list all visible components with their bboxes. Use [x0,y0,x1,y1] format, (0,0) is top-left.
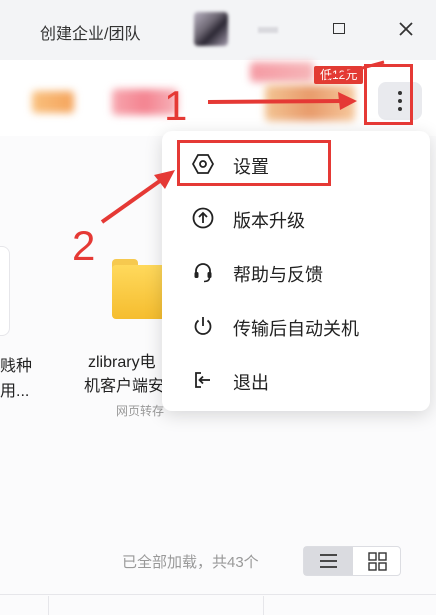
highlight-box-more-button [364,64,413,125]
list-icon [320,554,337,568]
file-name-partial: 贱种 [0,358,33,375]
folder-name[interactable]: zlibrary电 [88,348,156,372]
folder-name[interactable]: 机客户端安 [84,372,164,396]
grid-icon [368,552,387,571]
list-view-button[interactable] [304,547,353,575]
promo-badge[interactable]: 低12元 [314,66,364,84]
menu-item-auto-shutdown[interactable]: 传输后自动关机 [162,299,430,353]
title-bar: 创建企业/团队 [0,0,436,60]
close-icon [399,22,413,36]
menu-item-help-feedback[interactable]: 帮助与反馈 [162,245,430,299]
folder-source-label: 网页转存 [116,404,165,418]
menu-item-logout[interactable]: 退出 [162,353,430,407]
upgrade-arrow-icon [192,207,214,229]
load-status: 已全部加载，共43个 [122,554,259,571]
headset-icon [194,263,212,283]
blurred-username [258,27,278,33]
menu-item-label: 传输后自动关机 [233,319,359,339]
blurred-toolbar-item[interactable] [32,91,74,113]
divider [0,594,436,595]
grid-view-button[interactable] [353,547,402,575]
divider [263,596,264,615]
highlight-box-settings [177,140,331,186]
window-title[interactable]: 创建企业/团队 [40,20,140,44]
blurred-vip-banner[interactable] [265,85,355,121]
blurred-promo-banner[interactable] [250,62,314,82]
divider [48,596,49,615]
menu-item-label: 版本升级 [233,211,305,231]
logout-icon [195,372,210,388]
file-card-partial[interactable] [0,246,10,336]
avatar[interactable] [194,12,228,46]
file-name-partial: 用... [0,383,30,400]
menu-item-label: 退出 [233,373,269,393]
step-number-2: 2 [72,222,96,269]
close-button[interactable] [395,18,417,40]
menu-item-label: 帮助与反馈 [233,265,323,285]
maximize-icon [333,23,345,34]
step-number-1: 1 [164,82,188,129]
menu-item-upgrade[interactable]: 版本升级 [162,191,430,245]
power-icon [194,317,212,335]
view-toggle [303,546,401,576]
maximize-button[interactable] [330,20,348,38]
